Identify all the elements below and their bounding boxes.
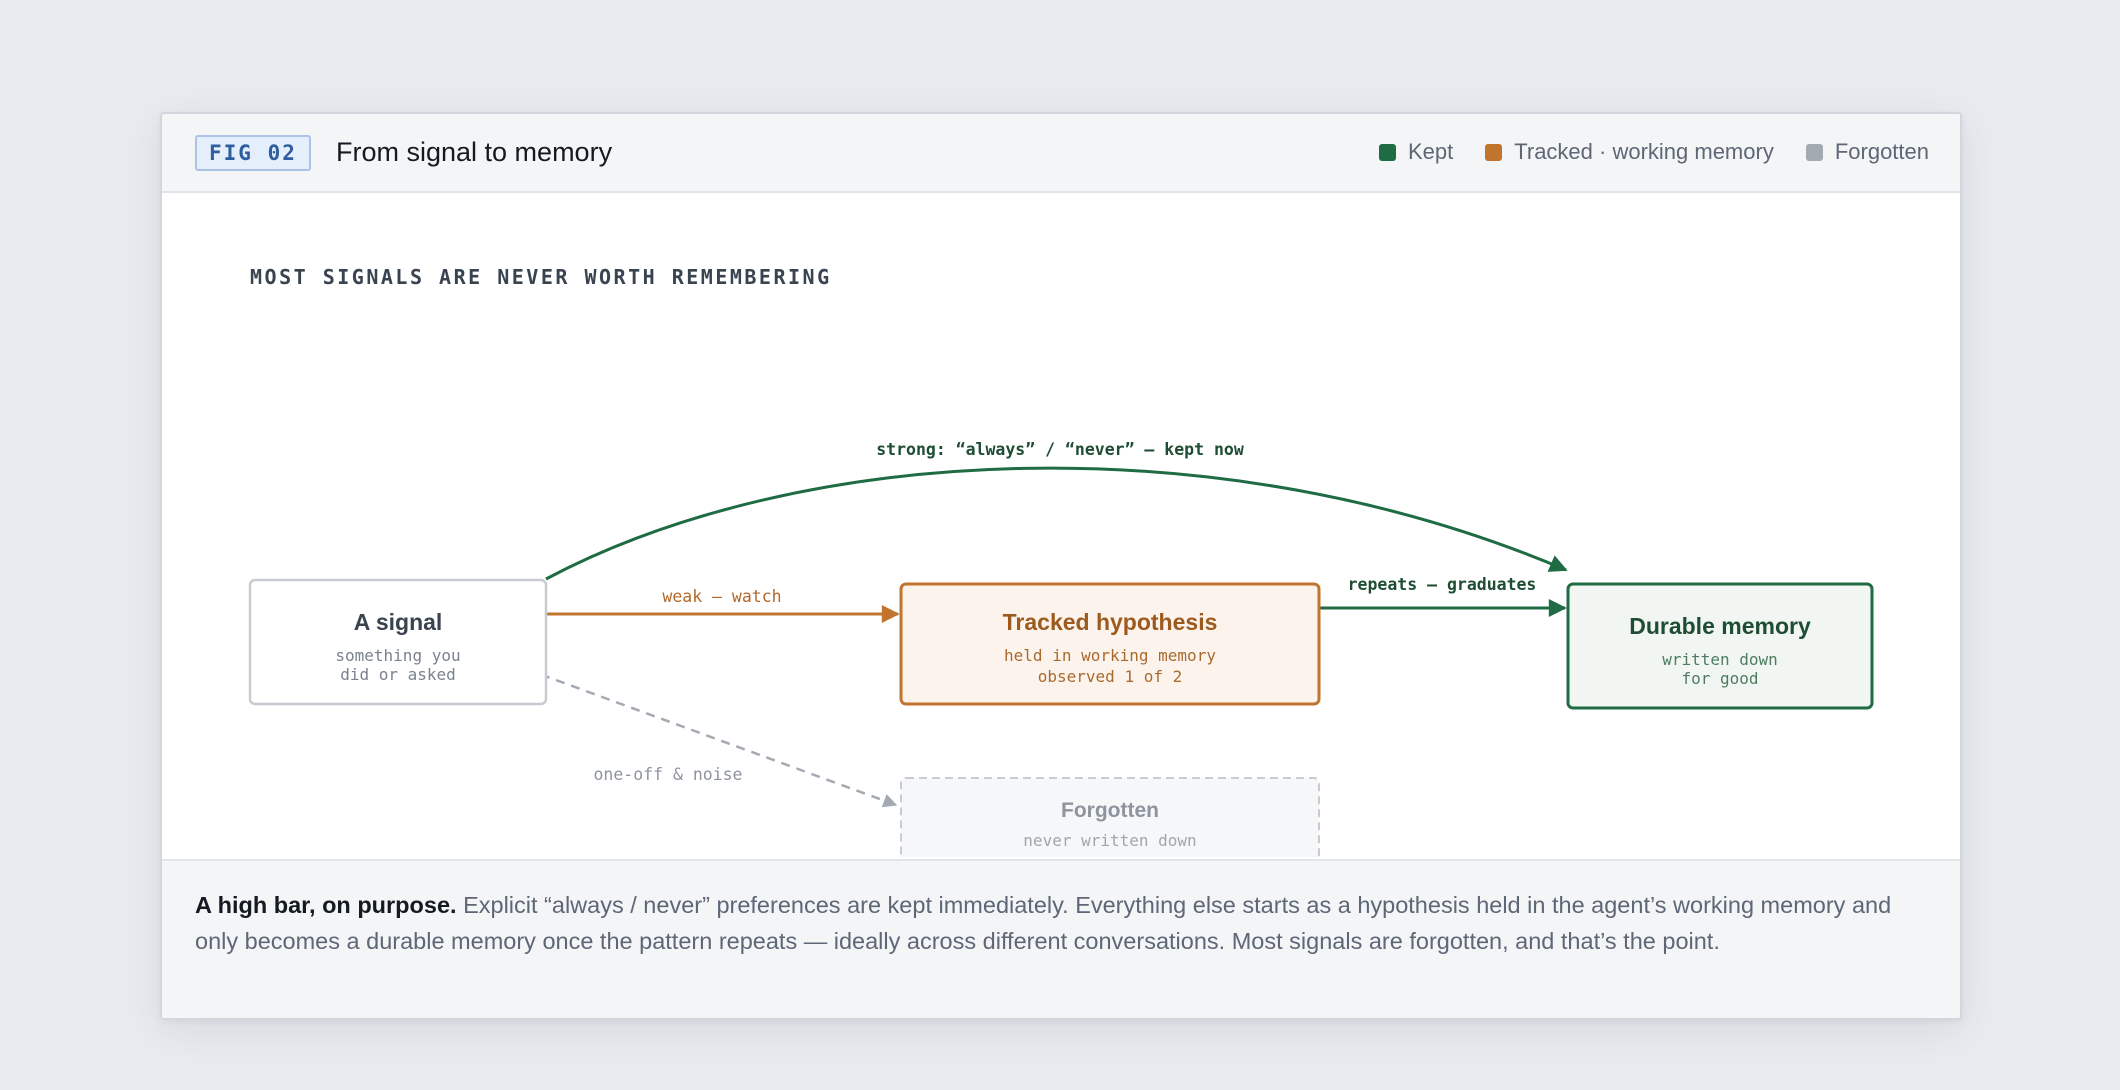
node-tracked-sub1: held in working memory <box>1004 646 1216 665</box>
node-durable: Durable memory written down for good <box>1566 582 1874 710</box>
diagram-heading: MOST SIGNALS ARE NEVER WORTH REMEMBERING <box>250 265 832 289</box>
legend-item-forgotten: Forgotten <box>1805 136 1929 168</box>
node-forgotten: Forgotten never written down <box>900 777 1320 857</box>
legend-label-forgotten: Forgotten <box>1834 139 1929 164</box>
legend-item-kept: Kept <box>1378 136 1454 168</box>
figure-caption-area: A high bar, on purpose. Explicit “always… <box>162 859 1960 1018</box>
legend-label-tracked: Tracked · working memory <box>1514 139 1774 164</box>
edge-repeats-label: repeats — graduates <box>1348 575 1537 594</box>
figure-header: FIG 02 From signal to memory Kept Tracke… <box>162 114 1960 193</box>
figure-card: FIG 02 From signal to memory Kept Tracke… <box>160 112 1962 1020</box>
node-durable-sub2: for good <box>1681 669 1758 688</box>
node-forgotten-sub1: never written down <box>1023 831 1196 850</box>
node-tracked-title: Tracked hypothesis <box>1003 609 1218 635</box>
legend-swatch-kept <box>1378 143 1396 161</box>
legend: Kept Tracked · working memory Forgotten <box>1378 136 1929 168</box>
flow-diagram: MOST SIGNALS ARE NEVER WORTH REMEMBERING… <box>248 265 1874 857</box>
node-tracked: Tracked hypothesis held in working memor… <box>899 582 1321 706</box>
figure-caption: A high bar, on purpose. Explicit “always… <box>195 887 1920 959</box>
node-signal: A signal something you did or asked <box>248 578 548 706</box>
legend-item-tracked: Tracked · working memory <box>1485 136 1774 168</box>
node-signal-sub2: did or asked <box>340 665 456 684</box>
figure-title: From signal to memory <box>336 137 613 167</box>
diagram-area: MOST SIGNALS ARE NEVER WORTH REMEMBERING… <box>162 193 1960 857</box>
node-durable-sub1: written down <box>1662 650 1778 669</box>
node-tracked-sub2: observed 1 of 2 <box>1038 667 1183 686</box>
edge-weak-label: weak — watch <box>662 587 781 606</box>
caption-lead: A high bar, on purpose. <box>195 892 457 918</box>
node-signal-title: A signal <box>354 609 443 635</box>
node-forgotten-title: Forgotten <box>1061 799 1159 822</box>
edge-strong-label: strong: “always” / “never” — kept now <box>876 440 1244 459</box>
edge-noise-label: one-off & noise <box>593 765 742 784</box>
legend-swatch-tracked <box>1485 143 1503 161</box>
figure-badge: FIG 02 <box>195 135 311 171</box>
node-signal-sub1: something you <box>335 646 460 665</box>
legend-label-kept: Kept <box>1407 139 1454 164</box>
node-durable-title: Durable memory <box>1629 613 1811 639</box>
edge-strong <box>545 466 1568 581</box>
legend-swatch-forgotten <box>1805 143 1823 161</box>
